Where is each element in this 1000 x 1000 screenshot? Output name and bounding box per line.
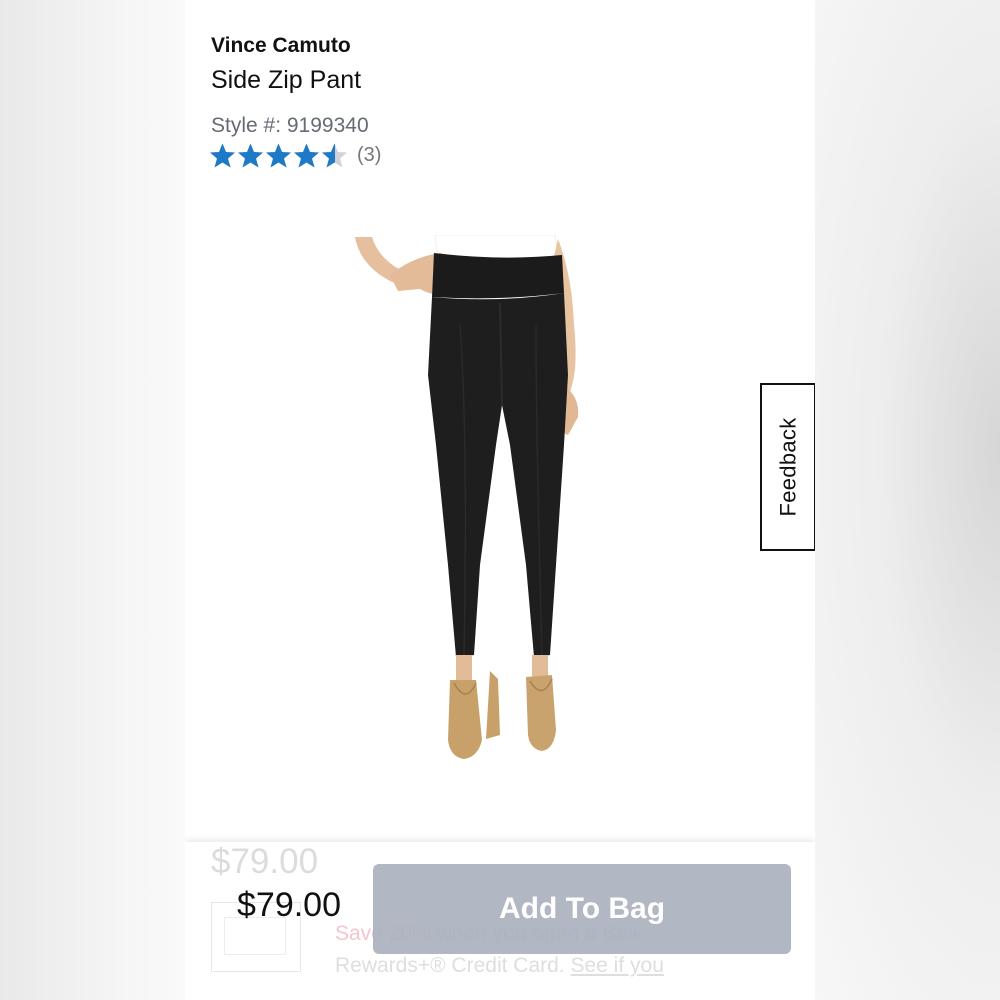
review-count[interactable]: (3) <box>357 144 381 167</box>
product-photo[interactable] <box>350 235 650 765</box>
star-icon <box>209 142 236 169</box>
product-title: Side Zip Pant <box>211 66 362 94</box>
purchase-bar: $79.00 Save 20% when you open a Belk Rew… <box>185 842 815 1000</box>
rating-stars <box>209 142 349 169</box>
feedback-label: Feedback <box>775 417 801 517</box>
star-icon <box>237 142 264 169</box>
product-brand[interactable]: Vince Camuto <box>211 34 351 58</box>
rating[interactable]: (3) <box>209 140 381 170</box>
background-left <box>0 0 185 1000</box>
background-right <box>815 0 1000 1000</box>
feedback-tab[interactable]: Feedback <box>760 383 815 551</box>
star-icon <box>321 142 348 169</box>
add-to-bag-button[interactable]: Add To Bag <box>373 864 791 954</box>
product-photo-illustration <box>355 235 579 759</box>
star-icon <box>265 142 292 169</box>
product-page: Vince Camuto Side Zip Pant Style #: 9199… <box>185 0 815 1000</box>
style-number: Style #: 9199340 <box>211 114 369 137</box>
ghost-price: $79.00 <box>211 842 319 881</box>
price: $79.00 <box>237 886 341 924</box>
promo-link[interactable]: See if you <box>570 954 663 977</box>
star-icon <box>293 142 320 169</box>
